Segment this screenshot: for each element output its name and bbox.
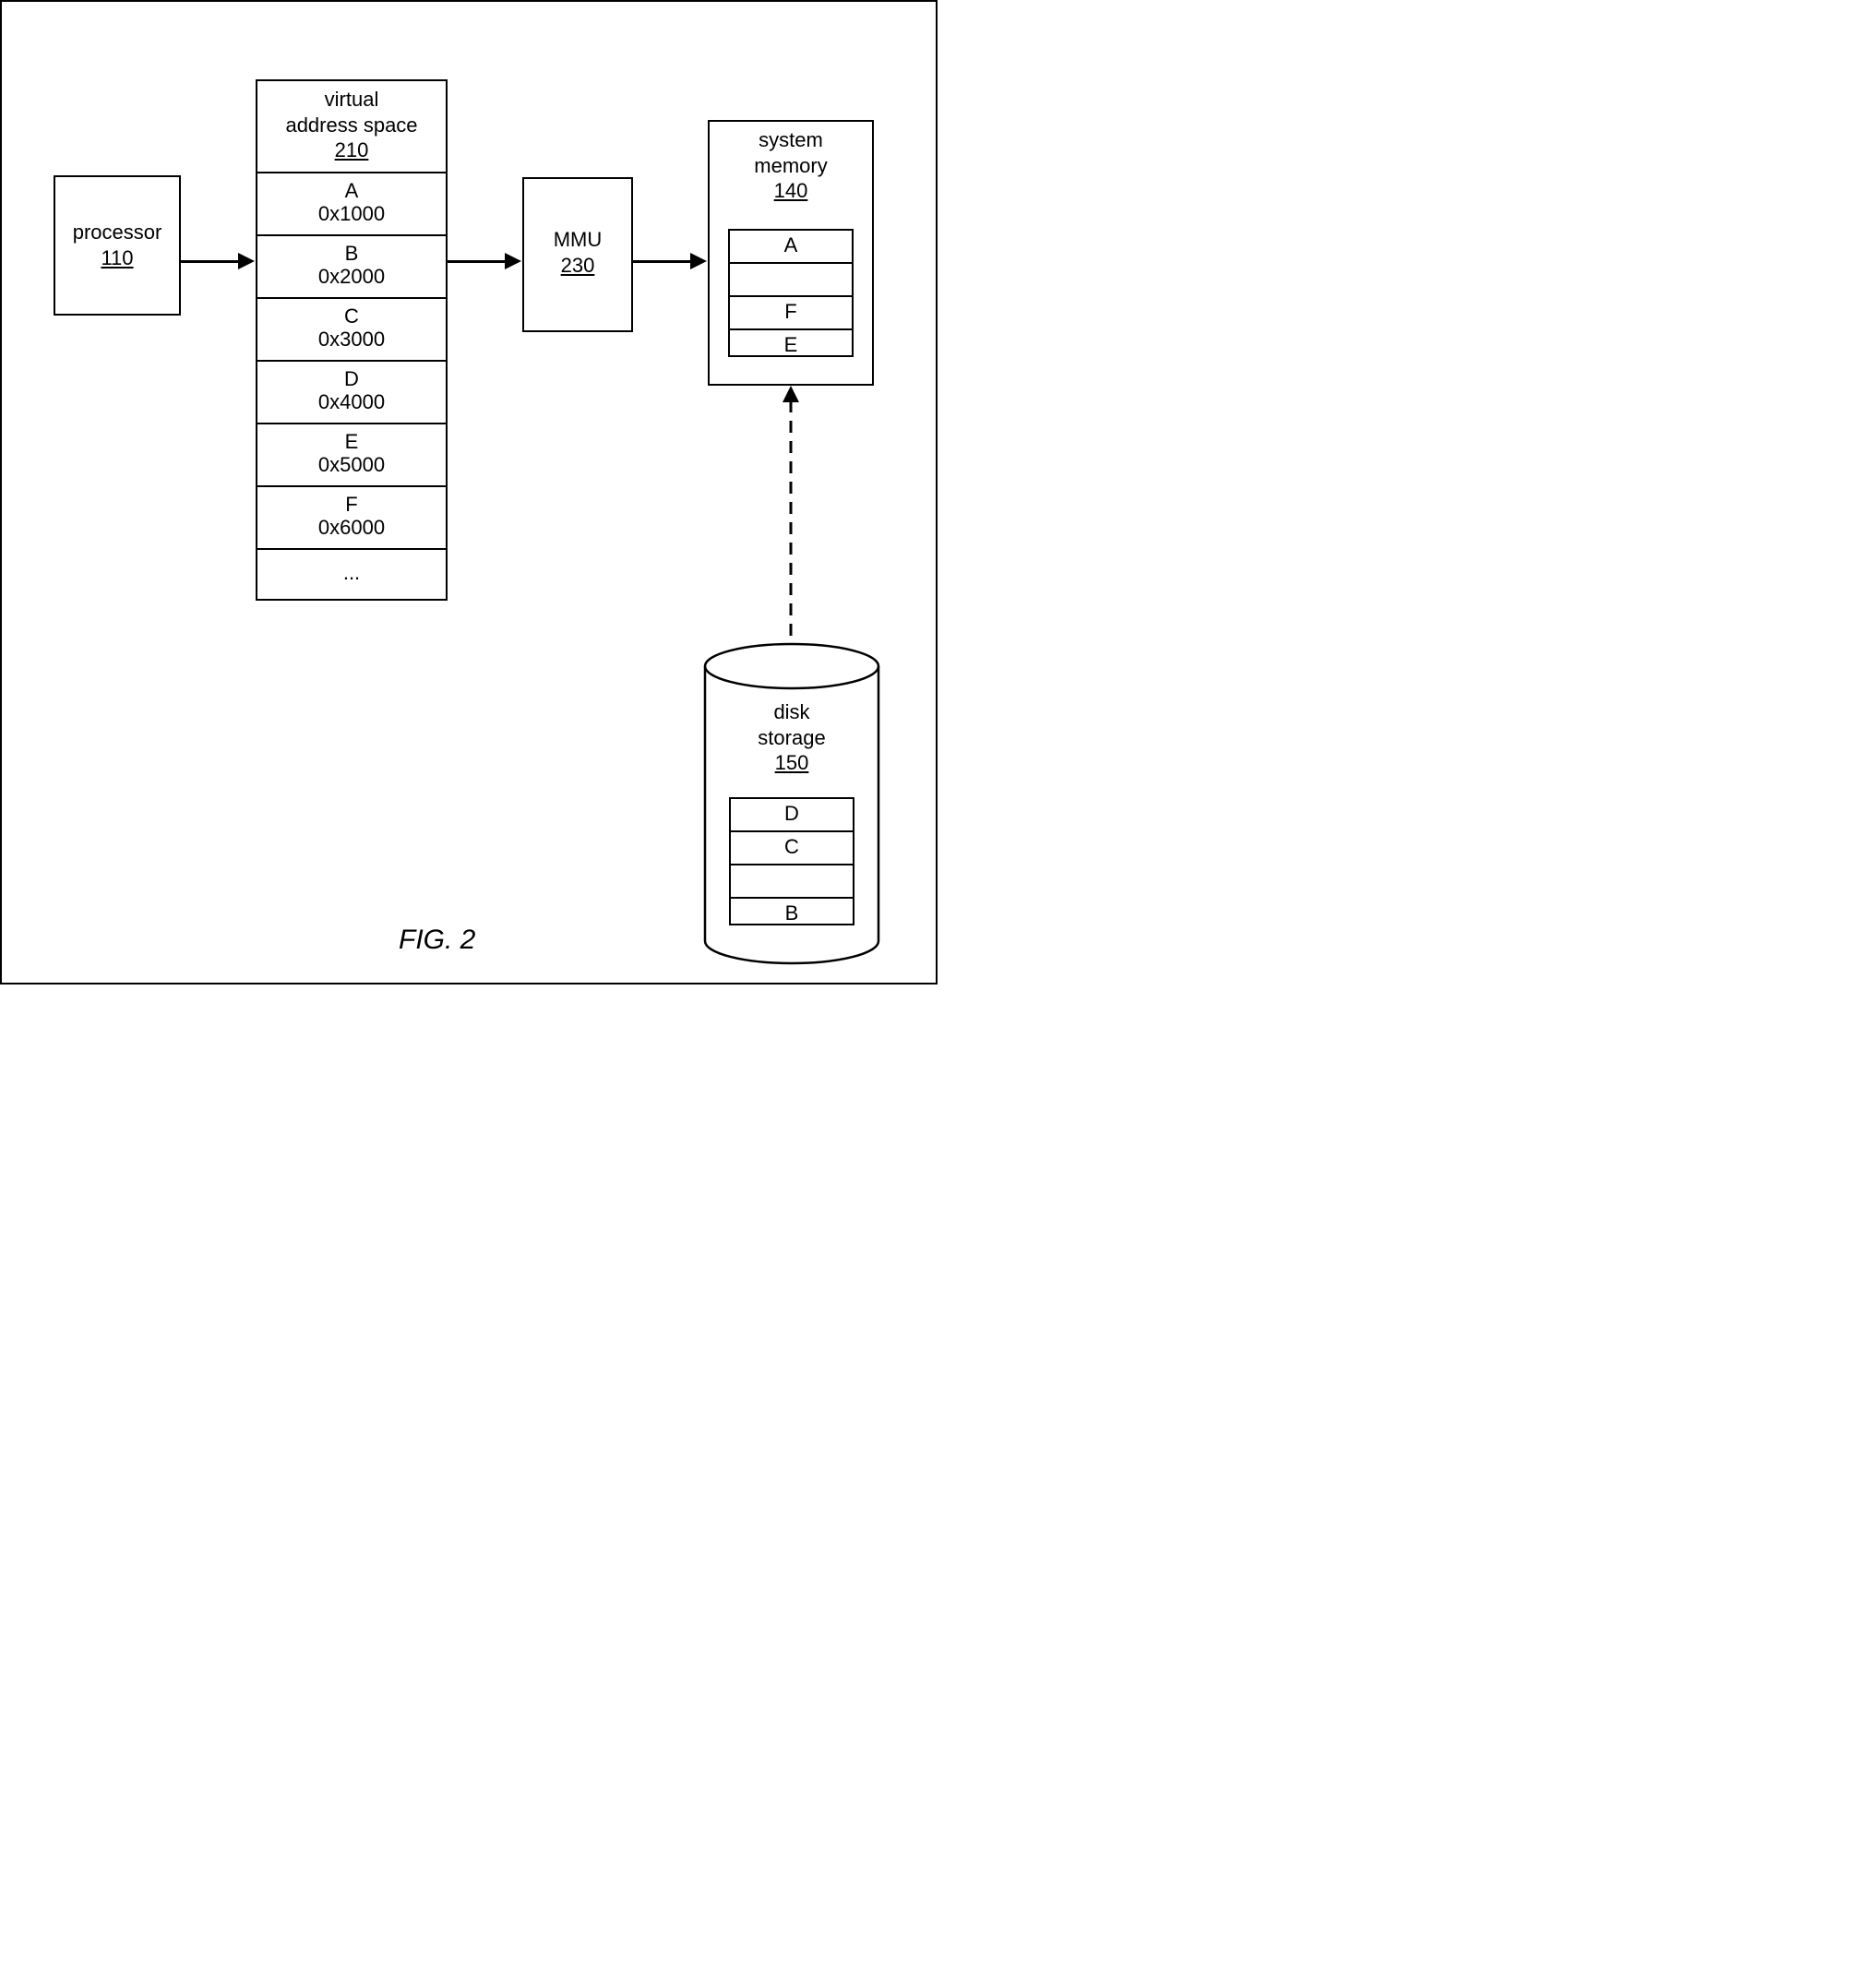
page-address: 0x1000	[318, 202, 385, 225]
memory-row: A	[730, 231, 852, 262]
vspace-row: F0x6000	[257, 485, 446, 548]
memory-label-l1: system	[759, 128, 823, 151]
vspace-row: E0x5000	[257, 423, 446, 485]
figure-caption: FIG. 2	[399, 925, 475, 956]
disk-rows: DCB	[729, 797, 854, 925]
mmu-label: MMU	[554, 228, 603, 251]
page-letter: F	[345, 493, 357, 516]
memory-ref: 140	[774, 179, 808, 202]
memory-row: F	[730, 295, 852, 328]
page-address: 0x3000	[318, 328, 385, 351]
processor-ref: 110	[101, 246, 133, 269]
arrow-head-icon	[690, 253, 707, 269]
memory-row: E	[730, 328, 852, 362]
page-address: 0x5000	[318, 453, 385, 476]
disk-row: D	[731, 799, 853, 830]
disk-row: B	[731, 897, 853, 930]
arrow-head-icon	[783, 386, 799, 402]
vspace-label-l1: virtual	[325, 88, 379, 111]
processor-box: processor 110	[54, 175, 181, 316]
page-address: 0x6000	[318, 516, 385, 539]
vspace-row: C0x3000	[257, 297, 446, 360]
mmu-ref: 230	[561, 254, 595, 277]
page-letter: D	[344, 367, 359, 390]
dashed-arrow	[782, 388, 800, 651]
figure-canvas: processor 110 virtual address space 210 …	[0, 0, 938, 984]
page-letter: A	[345, 179, 359, 202]
vspace-row: D0x4000	[257, 360, 446, 423]
vspace-ref: 210	[335, 138, 369, 161]
disk-header: disk storage 150	[701, 699, 882, 776]
processor-label: processor	[73, 221, 162, 244]
mmu-box: MMU 230	[522, 177, 633, 332]
page-letter: C	[344, 304, 359, 328]
page-letter: B	[345, 242, 359, 265]
memory-row	[730, 262, 852, 295]
vspace-row: A0x1000	[257, 172, 446, 234]
page-address: 0x2000	[318, 265, 385, 288]
memory-label-l2: memory	[754, 154, 827, 177]
vspace-more: ...	[257, 548, 446, 600]
disk-row	[731, 864, 853, 897]
arrow-line	[448, 260, 505, 263]
arrow-head-icon	[505, 253, 521, 269]
page-letter: E	[345, 430, 359, 453]
system-memory-box: system memory 140 A FE	[708, 120, 874, 386]
page-address: 0x4000	[318, 390, 385, 413]
disk-ref: 150	[775, 751, 809, 774]
disk-row: C	[731, 830, 853, 864]
vspace-label-l2: address space	[285, 113, 417, 137]
disk-label-l2: storage	[758, 726, 825, 749]
arrow-head-icon	[238, 253, 255, 269]
arrow-line	[633, 260, 690, 263]
vspace-row: B0x2000	[257, 234, 446, 297]
arrow-line	[181, 260, 238, 263]
disk-label-l1: disk	[773, 700, 809, 723]
virtual-address-space-box: virtual address space 210 A0x1000B0x2000…	[256, 79, 448, 601]
